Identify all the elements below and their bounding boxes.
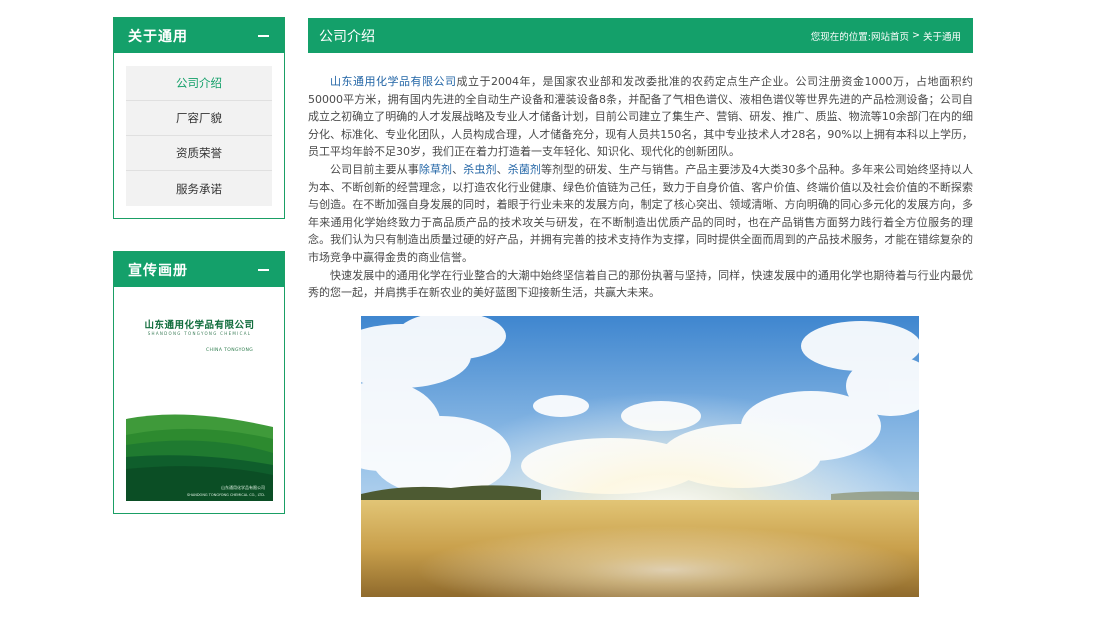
paragraph-2-sep-1: 、 bbox=[452, 162, 464, 176]
content-header: 公司介绍 您现在的位置: 网站首页 > 关于通用 bbox=[308, 18, 973, 53]
breadcrumb: 您现在的位置: 网站首页 > 关于通用 bbox=[811, 29, 961, 43]
brochure-footer-en: SHANDONG TONGYONG CHEMICAL CO., LTD. bbox=[187, 493, 265, 497]
breadcrumb-home-link[interactable]: 网站首页 bbox=[871, 29, 909, 43]
sidebar-brochure-header[interactable]: 宣传画册 bbox=[114, 252, 284, 287]
brochure-cover-image[interactable]: 山东通用化学品有限公司 SHANDONG TONGYONG CHEMICAL C… bbox=[126, 299, 273, 501]
collapse-minus-icon[interactable] bbox=[258, 34, 269, 37]
paragraph-2-intro: 公司目前主要从事 bbox=[330, 162, 419, 176]
sidebar-item-company-intro[interactable]: 公司介绍 bbox=[126, 66, 272, 101]
sidebar-about-header[interactable]: 关于通用 bbox=[114, 18, 284, 53]
sidebar-item-factory[interactable]: 厂容厂貌 bbox=[126, 101, 272, 136]
wheat-field-illustration bbox=[361, 316, 919, 597]
article-paragraph-3: 快速发展中的通用化学在行业整合的大潮中始终坚信着自己的那份执著与坚持，同样，快速… bbox=[308, 267, 973, 302]
brochure-cover-title: 山东通用化学品有限公司 bbox=[144, 320, 255, 331]
brochure-cover-china: CHINA TONGYONG bbox=[206, 348, 254, 353]
company-name-link[interactable]: 山东通用化学品有限公司 bbox=[330, 75, 457, 88]
herbicide-link[interactable]: 除草剂 bbox=[419, 163, 452, 176]
article-paragraph-1: 山东通用化学品有限公司成立于2004年，是国家农业部和发改委批准的农药定点生产企… bbox=[308, 73, 973, 161]
article-body: 山东通用化学品有限公司成立于2004年，是国家农业部和发改委批准的农药定点生产企… bbox=[308, 73, 973, 302]
page-title: 公司介绍 bbox=[319, 28, 375, 45]
breadcrumb-prefix: 您现在的位置: bbox=[810, 31, 871, 43]
breadcrumb-separator: > bbox=[912, 30, 920, 41]
sidebar-item-honors[interactable]: 资质荣誉 bbox=[126, 136, 272, 171]
wheat-field-photo bbox=[361, 316, 919, 597]
sidebar-menu: 公司介绍 厂容厂貌 资质荣誉 服务承诺 bbox=[126, 66, 272, 206]
sidebar-about-title: 关于通用 bbox=[128, 28, 188, 45]
sidebar-brochure-title: 宣传画册 bbox=[128, 262, 188, 279]
sidebar-item-service[interactable]: 服务承诺 bbox=[126, 171, 272, 206]
brochure-footer-cn: 山东通用化学品有限公司 bbox=[221, 485, 265, 490]
paragraph-2-text: 等剂型的研发、生产与销售。产品主要涉及4大类30多个品种。多年来公司始终坚持以人… bbox=[308, 162, 974, 264]
breadcrumb-current-link[interactable]: 关于通用 bbox=[923, 29, 961, 43]
sidebar-brochure-panel: 宣传画册 山东通用化学品有限公司 SHANDONG TONGYONG CHEMI… bbox=[113, 251, 285, 514]
paragraph-3-text: 快速发展中的通用化学在行业整合的大潮中始终坚信着自己的那份执著与坚持，同样，快速… bbox=[308, 268, 973, 300]
fungicide-link[interactable]: 杀菌剂 bbox=[508, 163, 541, 176]
collapse-minus-icon[interactable] bbox=[258, 268, 269, 271]
article-paragraph-2: 公司目前主要从事除草剂、杀虫剂、杀菌剂等剂型的研发、生产与销售。产品主要涉及4大… bbox=[308, 161, 973, 267]
paragraph-2-sep-2: 、 bbox=[496, 162, 508, 176]
sidebar-about-panel: 关于通用 公司介绍 厂容厂貌 资质荣誉 服务承诺 bbox=[113, 17, 285, 219]
brochure-cover-subtitle: SHANDONG TONGYONG CHEMICAL bbox=[147, 331, 252, 336]
insecticide-link[interactable]: 杀虫剂 bbox=[463, 163, 496, 176]
